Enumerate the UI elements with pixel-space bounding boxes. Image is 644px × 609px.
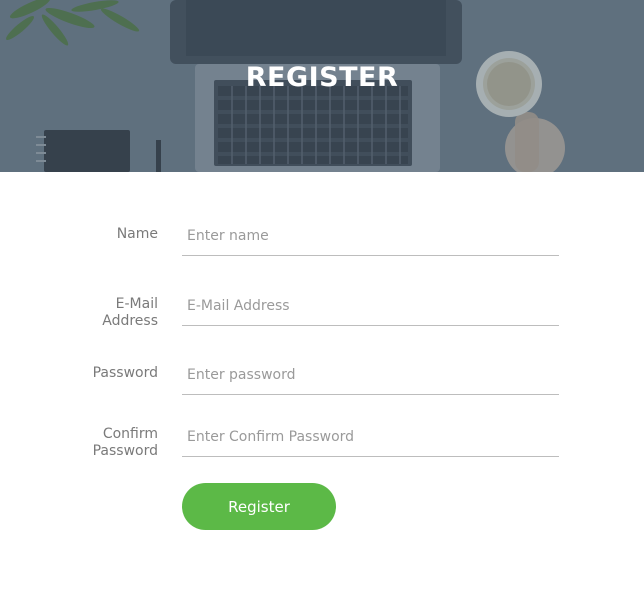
confirm-password-input[interactable] xyxy=(182,417,559,457)
page-title: REGISTER xyxy=(245,62,399,93)
confirm-password-label: Confirm Password xyxy=(92,426,158,459)
register-button[interactable]: Register xyxy=(182,483,336,530)
name-label: Name xyxy=(116,226,158,242)
hero-banner: REGISTER xyxy=(0,0,644,172)
password-input[interactable] xyxy=(182,355,559,395)
email-input[interactable] xyxy=(182,286,559,326)
name-input[interactable] xyxy=(182,216,559,256)
email-label: E-Mail Address xyxy=(102,296,158,329)
password-label: Password xyxy=(92,365,158,381)
register-card: REGISTER Name E-Mail Address Password Co… xyxy=(0,0,644,609)
